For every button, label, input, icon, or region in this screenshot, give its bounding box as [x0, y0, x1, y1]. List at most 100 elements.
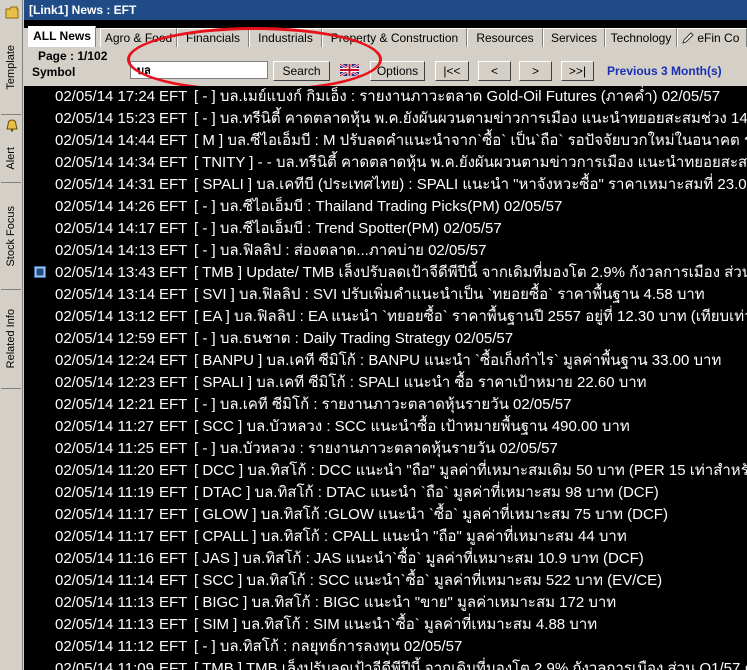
- news-category: EFT: [159, 660, 188, 670]
- news-row[interactable]: 02/05/14 11:25 EFT [ - ] บล.บัวหลวง : รายง…: [24, 438, 747, 460]
- news-row[interactable]: 02/05/14 14:26 EFT [ - ] บล.ซีไอเอ็มบี : T…: [24, 196, 747, 218]
- news-tag: [ DCC ]: [194, 462, 244, 479]
- news-text: บล.ทิสโก้ : CPALL แนะนำ "ถือ" มูลค่าที่เ…: [260, 528, 627, 545]
- tab-efin[interactable]: eFin Co: [677, 28, 747, 47]
- vertical-tab-stock-focus[interactable]: Stock Focus: [1, 183, 21, 290]
- news-category: EFT: [159, 264, 188, 281]
- news-datetime: 02/05/14 14:17: [55, 220, 156, 237]
- news-tag: [ SIM ]: [194, 616, 238, 633]
- news-datetime: 02/05/14 11:13: [55, 616, 154, 633]
- news-category: EFT: [159, 88, 188, 105]
- news-text: - - บล.ทรีนิตี้ คาดตลาดหุ้น พ.ค.ยังผันผว…: [257, 154, 747, 171]
- tab-technology[interactable]: Technology: [605, 28, 677, 47]
- news-text: บล.ทิสโก้ : SCC แนะนำ`ซื้อ` มูลค่าที่เหม…: [246, 572, 663, 589]
- news-row[interactable]: 02/05/14 17:24 EFT [ - ] บล.เมย์แบงก์ กิมเ…: [24, 86, 747, 108]
- news-category: EFT: [159, 484, 188, 501]
- news-category: EFT: [159, 506, 188, 523]
- news-row[interactable]: 02/05/14 11:19 EFT [ DTAC ] บล.ทิสโก้ : DT…: [24, 482, 747, 504]
- news-tag: [ BANPU ]: [194, 352, 263, 369]
- news-row[interactable]: 02/05/14 14:44 EFT [ M ] บล.ซีไอเอ็มบี : M…: [24, 130, 747, 152]
- news-row[interactable]: 02/05/14 12:23 EFT [ SPALI ] บล.เคที ซีมิโ…: [24, 372, 747, 394]
- news-row[interactable]: 02/05/14 14:17 EFT [ - ] บล.ซีไอเอ็มบี : T…: [24, 218, 747, 240]
- news-datetime: 02/05/14 14:31: [55, 176, 156, 193]
- vertical-tab-label: Related Info: [5, 309, 17, 369]
- news-tag: [ M ]: [194, 132, 224, 149]
- news-headline: [ - ] บล.ทิสโก้ : กลยุทธ์การลงทุน 02/05/…: [194, 636, 462, 658]
- news-datetime: 02/05/14 11:25: [55, 440, 154, 457]
- last-page-button[interactable]: >>|: [561, 61, 594, 81]
- bell-icon: [6, 119, 18, 132]
- news-row[interactable]: 02/05/14 12:24 EFT [ BANPU ] บล.เคที ซีมิโ…: [24, 350, 747, 372]
- news-headline: [ - ] บล.เคที ซีมิโก้ : รายงานภาวะตลาดหุ…: [194, 394, 571, 416]
- news-row[interactable]: 02/05/14 11:17 EFT [ GLOW ] บล.ทิสโก้ :GLO…: [24, 504, 747, 526]
- news-tag: [ DTAC ]: [194, 484, 251, 501]
- news-row[interactable]: 02/05/14 11:14 EFT [ SCC ] บล.ทิสโก้ : SCC…: [24, 570, 747, 592]
- news-category: EFT: [159, 132, 188, 149]
- tab-efin-label: eFin Co: [697, 31, 740, 45]
- news-text: บล.ซีไอเอ็มบี : Trend Spotter(PM) 02/05/…: [219, 220, 502, 237]
- news-text: บล.เคทีบี (ประเทศไทย) : SPALI แนะนำ "หาจ…: [256, 176, 747, 193]
- news-headline: [ EA ] บล.ฟิลลิป : EA แนะนำ `ทยอยซื้อ` ร…: [194, 306, 747, 328]
- news-headline: [ - ] บล.บัวหลวง : รายงานภาวะตลาดหุ้นราย…: [194, 438, 558, 460]
- news-datetime: 02/05/14 14:44: [55, 132, 156, 149]
- news-headline: [ SCC ] บล.บัวหลวง : SCC แนะนำซื้อ เป้าห…: [194, 416, 630, 438]
- news-headline: [ SIM ] บล.ทิสโก้ : SIM แนะนำ`ซื้อ` มูลค…: [194, 614, 597, 636]
- news-text: บล.เคที ซีมิโก้ : รายงานภาวะตลาดหุ้นรายว…: [219, 396, 572, 413]
- next-page-button[interactable]: >: [519, 61, 552, 81]
- news-tag: [ TMB ]: [194, 264, 243, 281]
- news-row[interactable]: 02/05/14 11:13 EFT [ BIGC ] บล.ทิสโก้ : BI…: [24, 592, 747, 614]
- news-row[interactable]: 02/05/14 14:34 EFT [ TNITY ] - - บล.ทรีนิต…: [24, 152, 747, 174]
- news-headline: [ - ] บล.เมย์แบงก์ กิมเอ็ง : รายงานภาวะต…: [194, 86, 720, 108]
- news-row[interactable]: 02/05/14 14:13 EFT [ - ] บล.ฟิลลิป : ส่องต…: [24, 240, 747, 262]
- news-tag: [ GLOW ]: [194, 506, 257, 523]
- vertical-tab-template[interactable]: Template: [1, 2, 21, 115]
- previous-months-link[interactable]: Previous 3 Month(s): [607, 64, 722, 78]
- tab-services[interactable]: Services: [543, 28, 605, 47]
- news-category: EFT: [159, 286, 188, 303]
- news-tag: [ SPALI ]: [194, 374, 253, 391]
- news-row[interactable]: 02/05/14 11:13 EFT [ SIM ] บล.ทิสโก้ : SIM…: [24, 614, 747, 636]
- news-text: บล.ทรีนิตี้ คาดตลาดหุ้น พ.ค.ยังผันผวนตาม…: [219, 110, 747, 127]
- page-indicator: Page : 1/102: [38, 49, 108, 63]
- news-row[interactable]: 02/05/14 13:43 EFT [ TMB ] Update/ TMB เล็…: [24, 262, 747, 284]
- vertical-tab-alert[interactable]: Alert: [1, 115, 21, 183]
- news-tag: [ - ]: [194, 242, 216, 259]
- news-datetime: 02/05/14 14:34: [55, 154, 156, 171]
- news-tag: [ SCC ]: [194, 418, 243, 435]
- news-category: EFT: [159, 572, 188, 589]
- news-row[interactable]: 02/05/14 13:12 EFT [ EA ] บล.ฟิลลิป : EA แ…: [24, 306, 747, 328]
- news-row[interactable]: 02/05/14 15:23 EFT [ - ] บล.ทรีนิตี้ คาดตล…: [24, 108, 747, 130]
- news-category: EFT: [159, 594, 188, 611]
- first-page-button[interactable]: |<<: [435, 61, 469, 81]
- news-tag: [ TMB ]: [194, 660, 243, 670]
- news-datetime: 02/05/14 11:17: [55, 528, 154, 545]
- news-text: บล.ฟิลลิป : EA แนะนำ `ทยอยซื้อ` ราคาพื้น…: [234, 308, 747, 325]
- news-row[interactable]: 02/05/14 11:12 EFT [ - ] บล.ทิสโก้ : กลยุท…: [24, 636, 747, 658]
- news-row[interactable]: 02/05/14 11:16 EFT [ JAS ] บล.ทิสโก้ : JAS…: [24, 548, 747, 570]
- news-headline: [ DCC ] บล.ทิสโก้ : DCC แนะนำ "ถือ" มูลค…: [194, 460, 747, 482]
- news-row[interactable]: 02/05/14 12:21 EFT [ - ] บล.เคที ซีมิโก้ :…: [24, 394, 747, 416]
- news-text: บล.ฟิลลิป : SVI ปรับเพิ่มคำแนะนำเป็น `ทย…: [239, 286, 705, 303]
- vertical-tab-related-info[interactable]: Related Info: [1, 290, 21, 389]
- news-text: บล.เมย์แบงก์ กิมเอ็ง : รายงานภาวะตลาด Go…: [219, 88, 721, 105]
- news-row[interactable]: 02/05/14 11:27 EFT [ SCC ] บล.บัวหลวง : SC…: [24, 416, 747, 438]
- news-row[interactable]: 02/05/14 11:09 EFT [ TMB ] TMB เล็งปรับลดเ…: [24, 658, 747, 670]
- news-text: บล.ซีไอเอ็มบี : M ปรับลดคำแนะนำจาก`ซื้อ`…: [227, 132, 747, 149]
- news-datetime: 02/05/14 17:24: [55, 88, 156, 105]
- news-row[interactable]: 02/05/14 11:17 EFT [ CPALL ] บล.ทิสโก้ : C…: [24, 526, 747, 548]
- prev-page-button[interactable]: <: [478, 61, 511, 81]
- tab-all-news[interactable]: ALL News: [28, 26, 96, 47]
- news-row[interactable]: 02/05/14 13:14 EFT [ SVI ] บล.ฟิลลิป : SVI…: [24, 284, 747, 306]
- news-category: EFT: [159, 176, 188, 193]
- news-text: บล.ทิสโก้ : JAS แนะนำ`ซื้อ` มูลค่าที่เหม…: [242, 550, 644, 567]
- news-category: EFT: [159, 198, 188, 215]
- tab-resources[interactable]: Resources: [467, 28, 543, 47]
- news-headline: [ SPALI ] บล.เคทีบี (ประเทศไทย) : SPALI …: [194, 174, 747, 196]
- news-text: บล.เคที ซีมิโก้ : SPALI แนะนำ ซื้อ ราคาเ…: [256, 374, 647, 391]
- news-headline: [ - ] บล.ทรีนิตี้ คาดตลาดหุ้น พ.ค.ยังผัน…: [194, 108, 747, 130]
- news-row[interactable]: 02/05/14 14:31 EFT [ SPALI ] บล.เคทีบี (ปร…: [24, 174, 747, 196]
- news-row[interactable]: 02/05/14 11:20 EFT [ DCC ] บล.ทิสโก้ : DCC…: [24, 460, 747, 482]
- news-category: EFT: [159, 374, 188, 391]
- news-row[interactable]: 02/05/14 12:59 EFT [ - ] บล.ธนชาต : Daily …: [24, 328, 747, 350]
- news-list[interactable]: 02/05/14 17:24 EFT[ - ] บล.เมย์แบงก์ กิมเ…: [24, 86, 747, 670]
